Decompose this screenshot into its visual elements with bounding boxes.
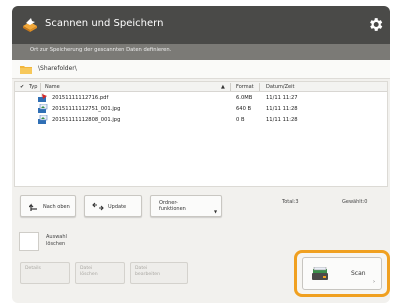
chevron-down-icon: ▼ bbox=[214, 209, 218, 214]
sort-ascending-icon[interactable]: ▲ bbox=[221, 84, 225, 90]
file-name: 20151111112716.pdf bbox=[52, 95, 109, 101]
pdf-file-icon bbox=[38, 93, 47, 102]
file-datetime: 11/11 11:28 bbox=[266, 106, 298, 112]
total-count: Total:3 bbox=[282, 199, 299, 205]
scanner-icon bbox=[312, 267, 328, 280]
file-table: ✔ Typ Name ▲ Format Datum/Zeit 201511111… bbox=[14, 81, 388, 187]
page-title: Scannen und Speichern bbox=[45, 18, 164, 29]
table-row[interactable]: 20151111112751_001.jpg 640 B 11/11 11:28 bbox=[15, 104, 387, 114]
jpg-file-icon bbox=[38, 115, 48, 124]
screen: Scannen und Speichern Ort zur Speicherun… bbox=[12, 6, 390, 303]
sort-check-icon[interactable]: ✔ bbox=[20, 84, 24, 90]
path-bar: \Sharefolder\ bbox=[12, 60, 390, 79]
selected-count: Gewählt:0 bbox=[342, 199, 368, 205]
info-bar: Ort zur Speicherung der gescannten Daten… bbox=[12, 44, 390, 60]
scan-label: Scan bbox=[351, 270, 366, 277]
details-button[interactable]: Details bbox=[20, 262, 70, 284]
column-type[interactable]: Typ bbox=[29, 84, 37, 90]
scan-save-app-icon bbox=[23, 18, 37, 32]
file-datetime: 11/11 11:27 bbox=[266, 95, 298, 101]
refresh-icon bbox=[92, 202, 104, 211]
file-name: 20151111112751_001.jpg bbox=[52, 106, 121, 112]
file-format: 6.0MB bbox=[236, 95, 253, 101]
up-button[interactable]: Nach oben bbox=[20, 195, 76, 217]
delete-file-button[interactable]: Datei löschen bbox=[75, 262, 125, 284]
jpg-file-icon bbox=[38, 104, 48, 113]
scan-button[interactable]: Scan › bbox=[302, 257, 382, 290]
file-format: 0 B bbox=[236, 117, 245, 123]
path-text: \Sharefolder\ bbox=[38, 65, 77, 72]
table-row[interactable]: 20151111112716.pdf 6.0MB 11/11 11:27 bbox=[15, 93, 387, 103]
folder-icon bbox=[20, 66, 32, 74]
edit-file-button[interactable]: Datei bearbeiten bbox=[130, 262, 188, 284]
clear-selection-checkbox[interactable] bbox=[19, 232, 39, 251]
folder-functions-button[interactable]: Ordner-funktionen ▼ bbox=[150, 195, 222, 217]
up-label: Nach oben bbox=[43, 204, 70, 210]
column-name[interactable]: Name bbox=[45, 84, 60, 90]
file-name: 20151111112808_001.jpg bbox=[52, 117, 121, 123]
file-datetime: 11/11 11:28 bbox=[266, 117, 298, 123]
clear-selection-label: Auswahl löschen bbox=[46, 234, 67, 247]
arrow-up-icon bbox=[29, 203, 37, 211]
folder-functions-label: Ordner-funktionen bbox=[159, 200, 186, 212]
gear-icon[interactable] bbox=[367, 16, 384, 33]
table-row[interactable]: 20151111112808_001.jpg 0 B 11/11 11:28 bbox=[15, 115, 387, 125]
chevron-right-icon: › bbox=[373, 279, 375, 285]
update-label: Update bbox=[108, 204, 127, 210]
info-text: Ort zur Speicherung der gescannten Daten… bbox=[30, 47, 172, 53]
file-format: 640 B bbox=[236, 106, 252, 112]
table-header: ✔ Typ Name ▲ Format Datum/Zeit bbox=[15, 82, 387, 92]
update-button[interactable]: Update bbox=[84, 195, 142, 217]
column-format[interactable]: Format bbox=[236, 84, 254, 90]
scan-highlight: Scan › bbox=[294, 250, 390, 297]
title-bar: Scannen und Speichern bbox=[12, 6, 390, 44]
column-datetime[interactable]: Datum/Zeit bbox=[266, 84, 294, 90]
